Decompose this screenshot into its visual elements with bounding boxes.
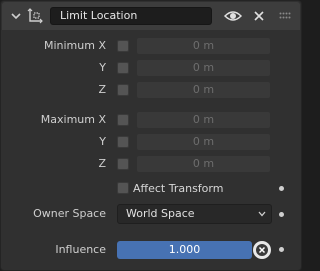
animate-property-dot[interactable] [279,212,284,217]
maximum-y-field[interactable]: 0 m [136,133,271,151]
affect-transform-checkbox[interactable] [117,182,129,194]
minimum-y-label: Y [99,61,106,74]
constraint-header: Limit Location [2,2,300,30]
minimum-x-checkbox[interactable] [117,40,129,52]
eye-icon[interactable] [224,8,242,24]
owner-space-label: Owner Space [33,207,106,220]
animate-property-dot[interactable] [279,186,284,191]
maximum-x-checkbox[interactable] [117,114,129,126]
maximum-y-checkbox[interactable] [117,136,129,148]
minimum-x-field[interactable]: 0 m [136,37,271,55]
maximum-x-label: Maximum X [40,113,106,126]
influence-label: Influence [55,243,106,256]
influence-slider[interactable]: 1.000 [117,241,252,259]
minimum-y-field[interactable]: 0 m [136,59,271,77]
maximum-z-label: Z [98,157,106,170]
affect-transform-label[interactable]: Affect Transform [133,181,223,196]
constraint-icon [27,8,43,24]
maximum-y-label: Y [99,135,106,148]
constraint-name-field[interactable]: Limit Location [50,7,212,25]
owner-space-value: World Space [126,207,195,220]
maximum-x-field[interactable]: 0 m [136,111,271,129]
minimum-y-checkbox[interactable] [117,62,129,74]
constraint-panel: Limit Location Minimum X 0 m Y 0 m Z 0 m… [0,0,302,271]
maximum-z-field[interactable]: 0 m [136,155,271,173]
disable-keep-transform-button[interactable] [253,241,271,259]
close-icon[interactable] [252,9,266,23]
minimum-z-field[interactable]: 0 m [136,81,271,99]
owner-space-select[interactable]: World Space [117,204,272,224]
minimum-z-label: Z [98,83,106,96]
maximum-z-checkbox[interactable] [117,158,129,170]
drag-grip-icon[interactable] [279,12,291,20]
animate-property-dot[interactable] [279,247,284,252]
close-icon [256,244,268,256]
chevron-down-icon[interactable] [11,11,21,21]
minimum-z-checkbox[interactable] [117,84,129,96]
chevron-down-icon [258,211,266,217]
minimum-x-label: Minimum X [43,39,106,52]
